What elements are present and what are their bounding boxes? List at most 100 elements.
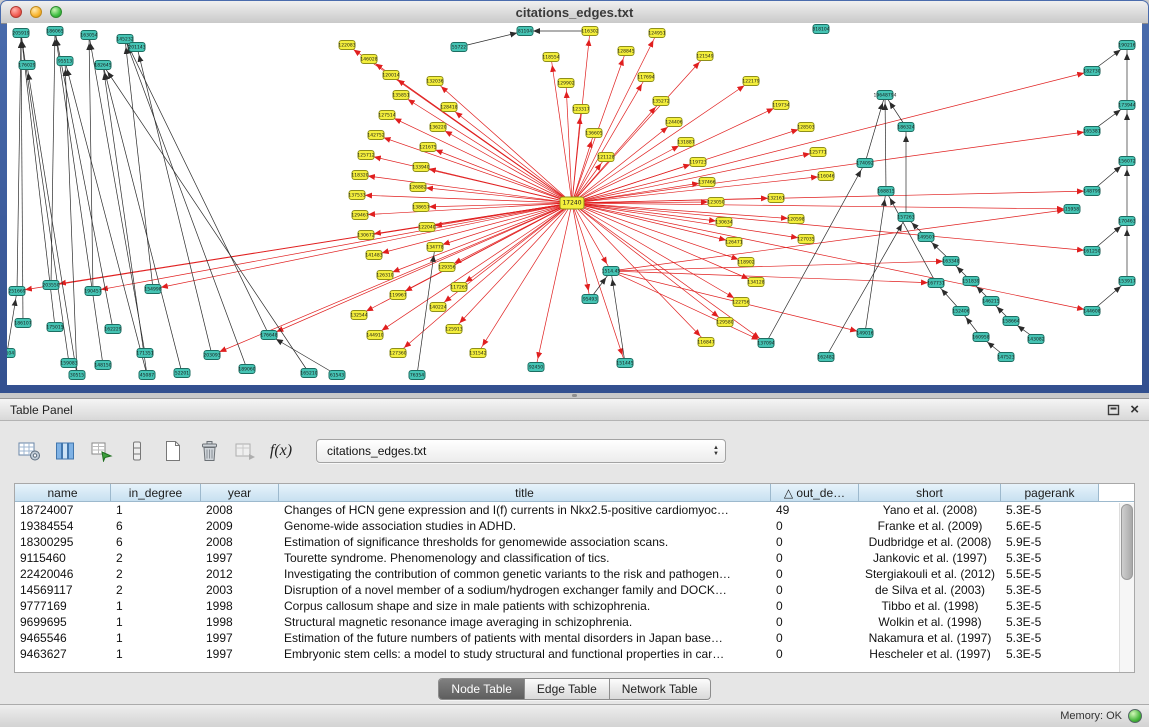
graph-node[interactable]: 124406 (665, 118, 682, 127)
graph-node[interactable]: 129580 (716, 318, 733, 327)
graph-node[interactable]: 92450 (528, 363, 544, 372)
graph-node[interactable]: 174092 (856, 159, 873, 168)
graph-node[interactable]: 137533 (348, 191, 365, 200)
graph-node[interactable]: 135851 (392, 91, 409, 100)
graph-node[interactable]: 119723 (689, 158, 706, 167)
graph-node[interactable]: 173944 (1118, 101, 1135, 110)
graph-node[interactable]: 127035 (797, 235, 814, 244)
graph-node[interactable]: 129356 (438, 263, 455, 272)
table-row[interactable]: 911546021997Tourette syndrome. Phenomeno… (15, 550, 1134, 566)
graph-node[interactable]: 28104 (7, 349, 15, 358)
table-row[interactable]: 969969511998Structural magnetic resonanc… (15, 614, 1134, 630)
graph-node[interactable]: 132161 (767, 194, 784, 203)
table-row[interactable]: 946362711997Embryonic stem cells: a mode… (15, 646, 1134, 662)
table-row[interactable]: 977716911998Corpus callosum shape and si… (15, 598, 1134, 614)
close-panel-icon[interactable]: × (1130, 403, 1139, 417)
graph-node[interactable]: 122040 (418, 223, 435, 232)
graph-node[interactable]: 116302 (581, 27, 598, 36)
table-row[interactable]: 1830029562008Estimation of significance … (15, 534, 1134, 550)
graph-node[interactable]: 143082 (1027, 335, 1044, 344)
graph-node[interactable]: 116847 (697, 338, 714, 347)
graph-node[interactable]: 190457 (84, 287, 101, 296)
graph-node[interactable]: 117265 (450, 283, 467, 292)
graph-node[interactable]: 157263 (897, 213, 914, 222)
graph-node[interactable]: 134128 (747, 278, 764, 287)
graph-node[interactable]: 128418 (440, 103, 457, 112)
graph-node[interactable]: 148150 (94, 361, 111, 370)
graph-node[interactable]: 119734 (772, 101, 789, 110)
scrollbar-thumb[interactable] (1121, 504, 1133, 580)
graph-node[interactable]: 146215 (982, 297, 999, 306)
graph-node[interactable]: 117694 (637, 73, 654, 82)
graph-node[interactable]: 120598 (787, 215, 804, 224)
graph-node[interactable]: 160958 (972, 333, 989, 342)
graph-node[interactable]: 95513 (57, 57, 73, 66)
window-titlebar[interactable]: citations_edges.txt (1, 1, 1148, 24)
graph-node[interactable]: 15958 (1064, 205, 1080, 214)
memory-indicator[interactable] (1128, 709, 1142, 723)
graph-node[interactable]: 203093 (203, 351, 220, 360)
graph-node[interactable]: 149507 (917, 233, 934, 242)
graph-node[interactable]: 186107 (14, 319, 31, 328)
graph-node[interactable]: 126882 (409, 183, 426, 192)
graph-node[interactable]: 125771 (809, 148, 826, 157)
graph-node[interactable]: 61543 (329, 371, 345, 380)
graph-node[interactable]: 121675 (419, 143, 436, 152)
graph-node[interactable]: 121549 (696, 52, 713, 61)
graph-node[interactable]: 128845 (617, 47, 634, 56)
graph-node[interactable]: 118554 (542, 53, 559, 62)
graph-node[interactable]: 146028 (360, 55, 377, 64)
graph-node[interactable]: 148799 (1083, 187, 1100, 196)
graph-node[interactable]: 165210 (300, 369, 317, 378)
graph-node[interactable]: 186065 (46, 27, 63, 36)
graph-node[interactable]: 138657 (412, 203, 429, 212)
graph-node[interactable]: 201143 (128, 43, 145, 52)
graph-node[interactable]: 151445 (616, 359, 633, 368)
graph-node[interactable]: 55722 (451, 43, 467, 52)
graph-node[interactable]: 81104 (517, 27, 533, 36)
graph-node[interactable]: 176029 (18, 61, 35, 70)
graph-node[interactable]: 156072 (1118, 157, 1135, 166)
graph-node[interactable]: 162229 (104, 325, 121, 334)
tab-edge-table[interactable]: Edge Table (525, 679, 610, 699)
graph-node[interactable]: 136220 (429, 123, 446, 132)
graph-node[interactable]: 158664 (1002, 317, 1019, 326)
graph-node[interactable]: 153917 (1118, 277, 1135, 286)
column-header-short[interactable]: short (859, 484, 1001, 502)
graph-node[interactable]: 127514 (378, 111, 395, 120)
table-row[interactable]: 1938455462009Genome-wide association stu… (15, 518, 1134, 534)
zoom-window-button[interactable] (50, 6, 62, 18)
graph-node[interactable]: 144608 (1083, 307, 1100, 316)
graph-node[interactable]: 1514.45 (602, 267, 621, 276)
graph-node[interactable]: 123050 (707, 198, 724, 207)
graph-node[interactable]: 167731 (927, 279, 944, 288)
graph-node[interactable]: 128503 (797, 123, 814, 132)
graph-node[interactable]: 171351 (136, 349, 153, 358)
graph-node[interactable]: 45087 (139, 371, 155, 380)
table-scrollbar[interactable] (1119, 503, 1134, 672)
graph-node[interactable]: 120014 (382, 71, 399, 80)
graph-node[interactable]: 182645 (94, 61, 111, 70)
graph-node[interactable]: 76354 (409, 371, 425, 380)
function-builder-button[interactable]: f(x) (266, 436, 296, 466)
graph-svg[interactable]: 2059191860651630541452321760299551318264… (7, 23, 1142, 385)
graph-node[interactable]: 162482 (817, 353, 834, 362)
graph-node[interactable]: 186324 (897, 123, 914, 132)
graph-node[interactable]: 125913 (445, 325, 462, 334)
column-header-title[interactable]: title (279, 484, 771, 502)
table-row[interactable]: 946554611997Estimation of the future num… (15, 630, 1134, 646)
graph-node[interactable]: 152406 (952, 307, 969, 316)
graph-node[interactable]: 130672 (357, 231, 374, 240)
graph-node[interactable]: 122179 (742, 77, 759, 86)
graph-node[interactable]: 30515 (69, 371, 85, 380)
graph-node[interactable]: 17240 (560, 197, 584, 209)
graph-node[interactable]: 132544 (350, 311, 367, 320)
graph-node[interactable]: 133940 (412, 163, 429, 172)
show-columns-button[interactable] (50, 436, 80, 466)
column-header-name[interactable]: name (15, 484, 111, 502)
graph-node[interactable]: 125712 (357, 151, 374, 160)
graph-node[interactable]: 163348 (942, 257, 959, 266)
graph-node[interactable]: 124951 (648, 29, 665, 38)
graph-node[interactable]: 159083 (60, 359, 77, 368)
table-row[interactable]: 2242004622012Investigating the contribut… (15, 566, 1134, 582)
